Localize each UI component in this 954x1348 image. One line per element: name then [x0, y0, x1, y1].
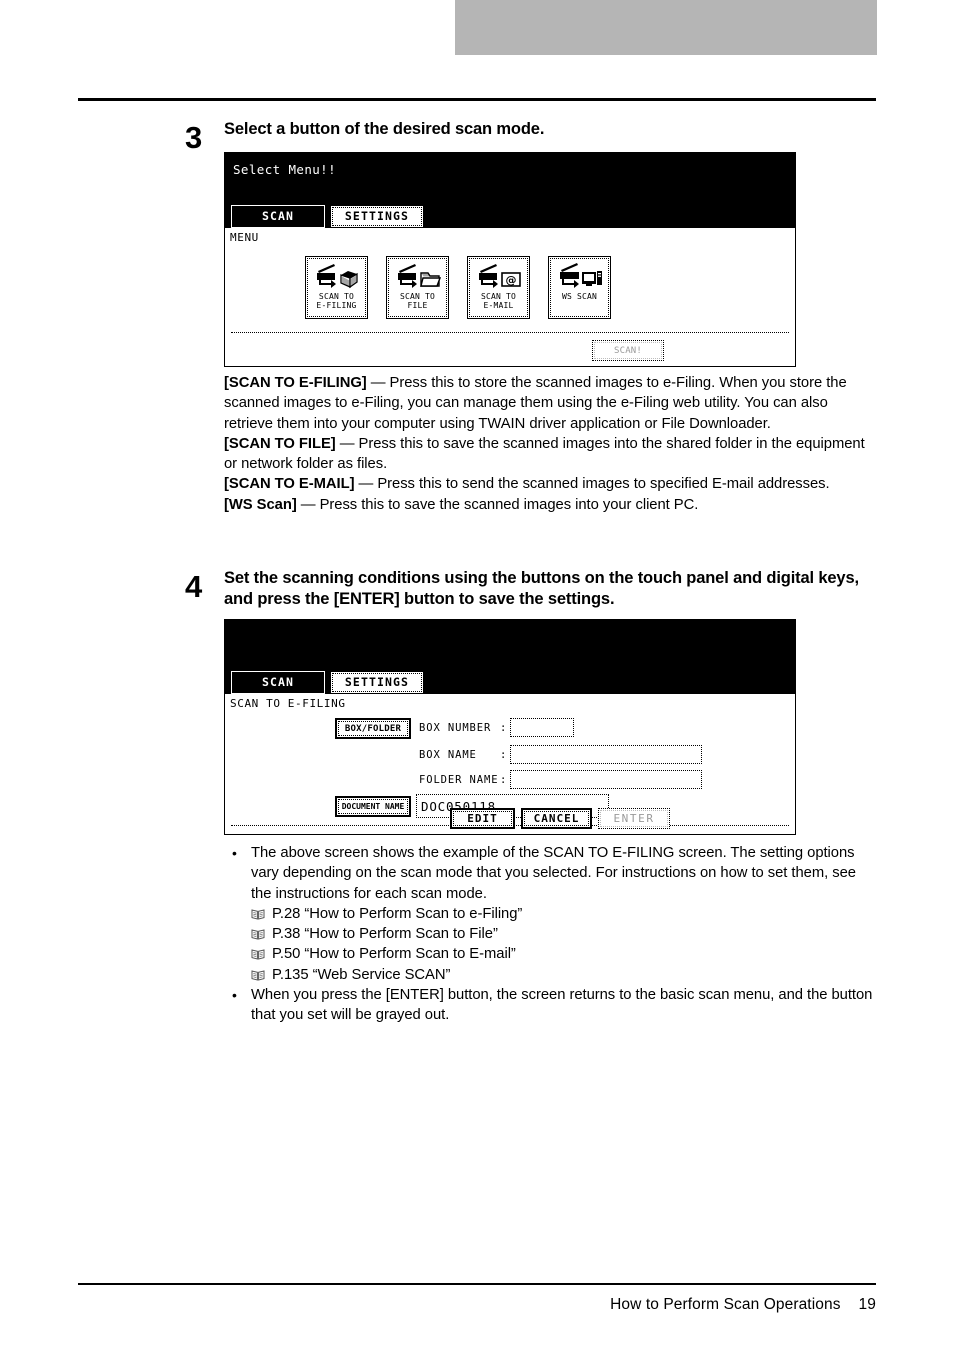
panel-efiling-header: SCAN SETTINGS [225, 620, 795, 694]
bullet-icon: • [232, 987, 237, 1004]
panel-efiling-tabstrip: SCAN SETTINGS [231, 671, 424, 694]
footer-rule [78, 1283, 876, 1285]
box-name-label: BOX NAME [419, 749, 477, 761]
note-bullet-2-text: When you press the [ENTER] button, the s… [251, 987, 873, 1024]
scan-mode-button-row: SCAN TO E-FILING SCAN TO FILE @ SCAN TO … [305, 256, 611, 319]
note-bullet-1: • The above screen shows the example of … [224, 843, 879, 904]
step-number-3: 3 [185, 120, 203, 155]
ws-scan-icon [557, 262, 603, 290]
svg-text:@: @ [505, 274, 516, 287]
box-name-field[interactable] [510, 745, 702, 764]
scan-to-file-icon [395, 262, 441, 290]
note-bullet-2: • When you press the [ENTER] button, the… [224, 985, 879, 1026]
scan-to-file-label: SCAN TO FILE [399, 292, 436, 311]
scan-to-email-button[interactable]: @ SCAN TO E-MAIL [467, 256, 530, 319]
book-icon [251, 928, 265, 940]
description-text-email: — Press this to send the scanned images … [354, 476, 830, 493]
cancel-button[interactable]: CANCEL [521, 808, 592, 829]
reference-text[interactable]: P.50 “How to Perform Scan to E-mail” [272, 946, 516, 962]
scan-to-efiling-label: SCAN TO E-FILING [316, 292, 357, 311]
box-folder-button[interactable]: BOX/FOLDER [335, 718, 411, 739]
reference-item: P.38 “How to Perform Scan to File” [224, 924, 879, 944]
scan-action-button[interactable]: SCAN! [592, 340, 664, 361]
panel-menu-body: MENU SCAN TO E-FILING SCAN TO FILE @ SCA… [225, 228, 795, 366]
book-icon [251, 948, 265, 961]
folder-name-label: FOLDER NAME [419, 774, 499, 786]
description-term-wsscan: [WS Scan] [224, 496, 297, 513]
panel-menu-header: Select Menu!! SCAN SETTINGS [225, 153, 795, 228]
box-number-colon: : [500, 722, 507, 734]
scan-to-efiling-icon [314, 262, 360, 290]
panel-menu-divider [231, 332, 789, 333]
reference-text[interactable]: P.135 “Web Service SCAN” [272, 967, 450, 983]
book-icon [251, 969, 265, 981]
reference-item: P.135 “Web Service SCAN” [224, 965, 879, 985]
box-number-label: BOX NUMBER [419, 722, 492, 734]
scan-to-email-label: SCAN TO E-MAIL [480, 292, 517, 311]
scan-to-efiling-button[interactable]: SCAN TO E-FILING [305, 256, 368, 319]
folder-name-colon: : [500, 774, 507, 786]
tab-settings[interactable]: SETTINGS [330, 205, 424, 228]
description-term-efiling: [SCAN TO E-FILING] [224, 375, 367, 391]
bullet-icon: • [232, 845, 237, 861]
document-name-button[interactable]: DOCUMENT NAME [335, 796, 411, 817]
step-title-3: Select a button of the desired scan mode… [224, 120, 545, 138]
reference-item: P.50 “How to Perform Scan to E-mail” [224, 944, 879, 964]
reference-text[interactable]: P.38 “How to Perform Scan to File” [272, 926, 498, 942]
folder-name-field[interactable] [510, 770, 702, 789]
touch-panel-scan-menu: Select Menu!! SCAN SETTINGS MENU SCAN TO… [224, 152, 796, 367]
footer: How to Perform Scan Operations 19 [610, 1296, 876, 1314]
edit-button[interactable]: EDIT [450, 808, 515, 829]
description-ws-scan: [WS Scan] — Press this to save the scann… [224, 495, 879, 515]
tab-scan[interactable]: SCAN [231, 671, 325, 694]
tab-settings[interactable]: SETTINGS [330, 671, 424, 694]
header-rule [78, 98, 876, 101]
description-term-file: [SCAN TO FILE] [224, 435, 336, 452]
box-name-colon: : [500, 749, 507, 761]
touch-panel-scan-to-efiling: SCAN SETTINGS SCAN TO E-FILING BOX/FOLDE… [224, 619, 796, 835]
description-scan-to-efiling: [SCAN TO E-FILING] — Press this to store… [224, 373, 879, 434]
reference-text[interactable]: P.28 “How to Perform Scan to e-Filing” [272, 906, 522, 922]
panel-menu-breadcrumb: MENU [230, 231, 259, 244]
note-bullet-1-text: The above screen shows the example of th… [251, 845, 856, 902]
header-gray-band [455, 0, 877, 55]
description-term-email: [SCAN TO E-MAIL] [224, 476, 355, 493]
panel-efiling-breadcrumb: SCAN TO E-FILING [230, 697, 346, 710]
step-title-4: Set the scanning conditions using the bu… [224, 569, 859, 608]
ws-scan-button[interactable]: WS SCAN [548, 256, 611, 319]
box-number-field[interactable] [510, 718, 574, 737]
tab-scan[interactable]: SCAN [231, 205, 325, 228]
scan-mode-descriptions: [SCAN TO E-FILING] — Press this to store… [224, 373, 879, 515]
panel-menu-tabstrip: SCAN SETTINGS [231, 205, 424, 228]
footer-page-number: 19 [858, 1296, 876, 1313]
panel-menu-message: Select Menu!! [233, 162, 337, 177]
book-icon [251, 908, 265, 920]
ws-scan-label: WS SCAN [561, 292, 598, 301]
enter-button[interactable]: ENTER [598, 808, 670, 829]
footer-title: How to Perform Scan Operations [610, 1296, 841, 1313]
step-number-4: 4 [185, 569, 203, 604]
description-scan-to-file: [SCAN TO FILE] — Press this to save the … [224, 434, 879, 475]
scan-to-file-button[interactable]: SCAN TO FILE [386, 256, 449, 319]
description-scan-to-email: [SCAN TO E-MAIL] — Press this to send th… [224, 474, 879, 494]
step-4-notes: • The above screen shows the example of … [224, 843, 879, 1026]
description-text-wsscan: — Press this to save the scanned images … [296, 496, 699, 513]
reference-item: P.28 “How to Perform Scan to e-Filing” [224, 904, 879, 924]
scan-to-email-icon: @ [476, 262, 522, 290]
